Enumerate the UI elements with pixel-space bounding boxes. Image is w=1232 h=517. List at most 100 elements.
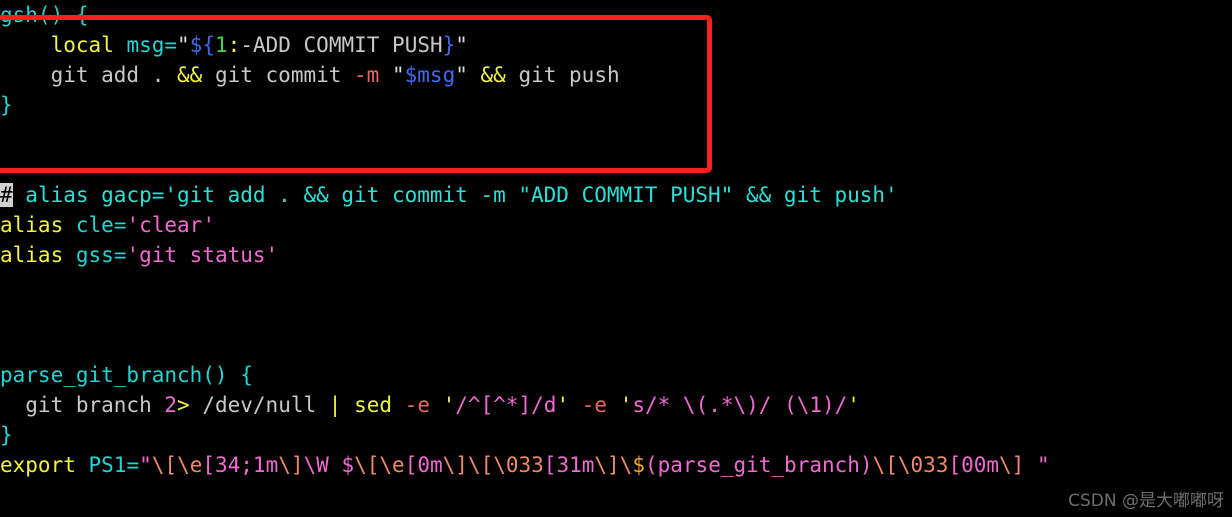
code-token: git branch — [0, 393, 165, 417]
code-token: 'git status' — [126, 243, 279, 267]
code-token: \[ — [872, 453, 898, 477]
code-token: \W $ — [303, 453, 355, 477]
code-token: git commit — [202, 63, 355, 87]
code-token: -m — [354, 63, 380, 87]
code-token: = — [113, 243, 127, 267]
code-token: : — [227, 33, 241, 57]
code-token: msg — [126, 33, 165, 57]
code-token: alias — [0, 243, 64, 267]
code-token: " — [391, 63, 405, 87]
code-token: && — [177, 63, 203, 87]
code-token: s/* \(.*\)/ (\1)/ — [632, 393, 848, 417]
code-token: \] — [278, 453, 304, 477]
code-token: = — [164, 33, 178, 57]
code-token: gsh() { — [0, 3, 89, 27]
code-token: \] — [999, 453, 1025, 477]
code-token: > — [177, 393, 190, 417]
code-token: $ — [632, 453, 645, 477]
code-token: && — [480, 63, 506, 87]
code-token: /^[^*]/d — [455, 393, 557, 417]
code-token: \] — [442, 453, 468, 477]
code-token: \ — [619, 453, 633, 477]
code-token: { — [202, 33, 216, 57]
code-token: [0m — [404, 453, 443, 477]
code-line: gsh() { — [0, 0, 1232, 30]
code-token: -e — [404, 393, 430, 417]
code-token: \e — [177, 453, 203, 477]
code-line: parse_git_branch() { — [0, 360, 1232, 390]
code-token: -e — [581, 393, 608, 417]
code-token: [34;1m — [202, 453, 279, 477]
code-token: alias gacp='git add . && git commit -m "… — [12, 183, 898, 207]
code-token: } — [0, 423, 13, 447]
code-token: " — [1036, 453, 1050, 477]
code-token: = — [126, 453, 140, 477]
code-token: local — [50, 33, 114, 57]
code-token: } — [442, 33, 456, 57]
code-line: } — [0, 90, 1232, 120]
code-token: $msg — [404, 63, 456, 87]
code-line: } — [0, 420, 1232, 450]
code-line: local msg="${1:-ADD COMMIT PUSH}" — [0, 30, 1232, 60]
code-token: export — [0, 453, 76, 477]
code-token: PS1 — [88, 453, 127, 477]
code-token: [31m — [543, 453, 595, 477]
code-token: git push — [505, 63, 620, 87]
code-token: cle — [75, 213, 114, 237]
code-token: " — [139, 453, 152, 477]
code-token: sed — [354, 393, 393, 417]
code-line: export PS1="\[\e[34;1m\]\W $\[\e[0m\]\[\… — [0, 450, 1232, 480]
code-token: \[ — [354, 453, 380, 477]
code-token: \033 — [897, 453, 949, 477]
code-token: 'clear' — [126, 213, 215, 237]
text-cursor: # — [0, 183, 13, 207]
code-token: \[ — [151, 453, 178, 477]
code-token: | — [328, 393, 342, 417]
code-token: parse_git_branch() { — [0, 363, 253, 387]
code-line: git branch 2> /dev/null | sed -e '/^[^*]… — [0, 390, 1232, 420]
code-text-area[interactable]: gsh() { local msg="${1:-ADD COMMIT PUSH}… — [0, 0, 1232, 480]
code-token: " — [177, 33, 190, 57]
code-token: 1 — [215, 33, 228, 57]
csdn-watermark: CSDN @是大嘟嘟呀 — [1068, 491, 1224, 511]
code-token: } — [0, 93, 13, 117]
code-token: \e — [379, 453, 405, 477]
terminal-window[interactable]: gsh() { local msg="${1:-ADD COMMIT PUSH}… — [0, 0, 1232, 517]
code-token: ' — [556, 393, 570, 417]
code-token: $ — [189, 33, 203, 57]
code-token: alias — [0, 213, 64, 237]
code-line: # alias gacp='git add . && git commit -m… — [0, 180, 1232, 210]
code-token: (parse_git_branch) — [644, 453, 873, 477]
code-token: 2 — [164, 393, 178, 417]
code-token: ' — [847, 393, 860, 417]
code-line: alias cle='clear' — [0, 210, 1232, 240]
code-token: " — [455, 63, 468, 87]
code-token: -ADD COMMIT PUSH — [240, 33, 443, 57]
code-token: git add . — [0, 63, 178, 87]
code-token: " — [455, 33, 468, 57]
code-token: = — [113, 213, 127, 237]
code-token: [00m — [948, 453, 1000, 477]
code-line: alias gss='git status' — [0, 240, 1232, 270]
code-token: gss — [75, 243, 114, 267]
code-token: \033 — [493, 453, 544, 477]
code-token: \] — [594, 453, 620, 477]
